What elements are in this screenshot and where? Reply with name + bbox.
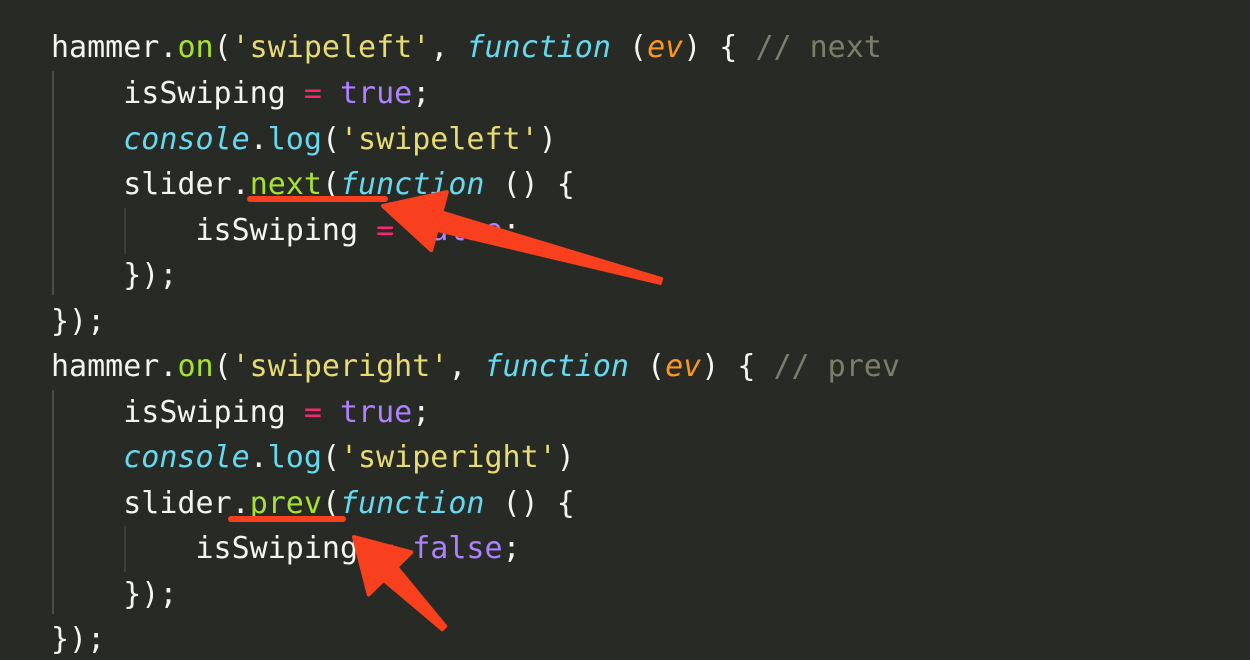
code-token-punc: (	[321, 122, 340, 157]
code-token-punc: });	[51, 304, 106, 339]
code-token-kw: console	[123, 122, 250, 157]
code-token-meth: log	[267, 440, 322, 475]
code-token-punc: (	[213, 349, 232, 384]
code-token-plain: slider	[51, 167, 232, 202]
code-token-op: =	[376, 213, 395, 248]
code-token-param: ev	[665, 349, 702, 384]
code-token-punc: (	[321, 486, 340, 521]
code-token-punc: (	[213, 30, 232, 65]
code-token-punc: (	[610, 30, 648, 65]
code-token-kw: function	[466, 30, 611, 65]
code-token-punc: ,	[448, 349, 485, 384]
code-token-punc: .	[249, 440, 268, 475]
code-token-punc: ;	[412, 395, 431, 430]
code-token-op: =	[303, 76, 322, 111]
code-token-plain: slider	[51, 486, 232, 521]
code-line[interactable]: console.log('swipeleft')	[51, 117, 557, 162]
code-token-plain: hammer	[51, 349, 160, 384]
code-token-punc: )	[556, 440, 575, 475]
code-token-plain: isSwiping	[51, 213, 377, 248]
code-token-plain: isSwiping	[51, 395, 304, 430]
code-token-com: // next	[755, 30, 882, 65]
code-token-plain: hammer	[51, 30, 160, 65]
code-line[interactable]: isSwiping = true;	[51, 390, 430, 435]
code-token-punc: .	[231, 486, 250, 521]
code-token-fn: on	[177, 30, 214, 65]
code-token-punc: )	[538, 122, 557, 157]
code-token-kw: console	[123, 440, 250, 475]
code-token-punc: ;	[412, 76, 431, 111]
code-line[interactable]: hammer.on('swipeleft', function (ev) { /…	[51, 25, 882, 70]
code-line[interactable]: isSwiping = true;	[51, 71, 430, 116]
code-token-punc: });	[51, 577, 178, 612]
code-token-fn: on	[177, 349, 214, 384]
code-token-punc: () {	[484, 167, 575, 202]
code-line[interactable]: });	[51, 253, 177, 298]
code-token-meth: log	[267, 122, 322, 157]
code-token-op: =	[303, 395, 322, 430]
code-token-param: ev	[647, 30, 684, 65]
code-token-str: 'swiperight'	[231, 349, 449, 384]
code-line[interactable]: hammer.on('swiperight', function (ev) { …	[51, 344, 900, 389]
code-token-op: =	[376, 531, 395, 566]
code-line[interactable]: isSwiping = false;	[51, 526, 521, 571]
code-token-const: false	[412, 213, 503, 248]
code-editor-screenshot: hammer.on('swipeleft', function (ev) { /…	[0, 0, 1250, 660]
code-token-punc: });	[51, 258, 178, 293]
code-token-punc: });	[51, 622, 106, 657]
code-token-str: 'swiperight'	[340, 440, 557, 475]
code-line[interactable]: });	[51, 299, 105, 344]
code-token-punc: (	[321, 167, 340, 202]
code-token-punc: ) {	[683, 30, 756, 65]
code-token-com: // prev	[773, 349, 900, 384]
code-token-kw: function	[340, 486, 485, 521]
code-token-punc: .	[231, 167, 250, 202]
code-line[interactable]: slider.next(function () {	[51, 162, 575, 207]
code-token-punc: ) {	[701, 349, 774, 384]
code-token-const: true	[340, 395, 413, 430]
code-token-const: false	[412, 531, 503, 566]
code-token-plain: isSwiping	[51, 76, 304, 111]
code-token-plain: isSwiping	[51, 531, 377, 566]
code-token-fn: prev	[249, 486, 322, 521]
code-token-str: 'swipeleft'	[231, 30, 431, 65]
code-line[interactable]: });	[51, 572, 177, 617]
code-token-punc: ;	[502, 531, 521, 566]
code-token-punc: (	[629, 349, 666, 384]
code-line[interactable]: slider.prev(function () {	[51, 481, 575, 526]
code-token-fn: next	[249, 167, 322, 202]
code-line[interactable]: });	[51, 617, 105, 660]
code-line[interactable]: isSwiping = false;	[51, 208, 521, 253]
code-area[interactable]: hammer.on('swipeleft', function (ev) { /…	[0, 0, 1250, 660]
code-token-const: true	[340, 76, 413, 111]
code-token-str: 'swipeleft'	[340, 122, 539, 157]
code-token-punc: ;	[502, 213, 521, 248]
code-token-punc: .	[159, 30, 178, 65]
code-line[interactable]: console.log('swiperight')	[51, 435, 575, 480]
code-token-punc: (	[321, 440, 340, 475]
code-token-kw: function	[340, 167, 485, 202]
code-token-punc: .	[159, 349, 178, 384]
code-token-punc: () {	[484, 486, 575, 521]
code-token-kw: function	[484, 349, 630, 384]
code-token-punc: .	[249, 122, 268, 157]
code-token-punc: ,	[430, 30, 467, 65]
